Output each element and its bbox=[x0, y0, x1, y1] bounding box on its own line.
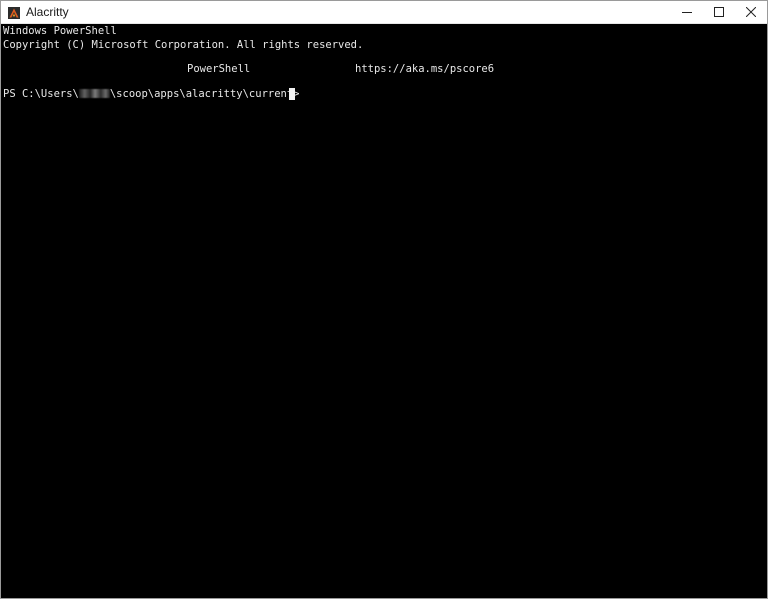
terminal-line-powershell-label: PowerShell bbox=[187, 63, 251, 75]
terminal-line-copyright: Copyright (C) Microsoft Corporation. All… bbox=[3, 38, 364, 51]
prompt-prefix: PS C:\Users\ bbox=[3, 88, 79, 100]
terminal-line-banner: Windows PowerShell bbox=[3, 25, 117, 37]
terminal-line-pscore-link: https://aka.ms/pscore6 bbox=[355, 63, 495, 75]
text-cursor bbox=[289, 88, 295, 100]
maximize-icon bbox=[714, 7, 724, 17]
alacritty-logo-icon bbox=[8, 6, 20, 19]
redacted-username bbox=[78, 89, 110, 98]
window-title: Alacritty bbox=[26, 5, 69, 19]
close-icon bbox=[746, 7, 756, 17]
prompt-suffix: \scoop\apps\alacritty\current> bbox=[109, 88, 300, 100]
title-bar[interactable]: Alacritty bbox=[1, 1, 767, 24]
minimize-button[interactable] bbox=[671, 1, 703, 23]
alacritty-window: Alacritty Windows PowerShell Copyright (… bbox=[0, 0, 768, 599]
maximize-button[interactable] bbox=[703, 1, 735, 23]
minimize-icon bbox=[682, 7, 692, 17]
terminal-area[interactable]: Windows PowerShell Copyright (C) Microso… bbox=[1, 24, 767, 598]
window-controls bbox=[671, 1, 767, 23]
terminal-prompt: PS C:\Users\ \scoop\apps\alacritty\curren… bbox=[3, 88, 300, 102]
close-button[interactable] bbox=[735, 1, 767, 23]
